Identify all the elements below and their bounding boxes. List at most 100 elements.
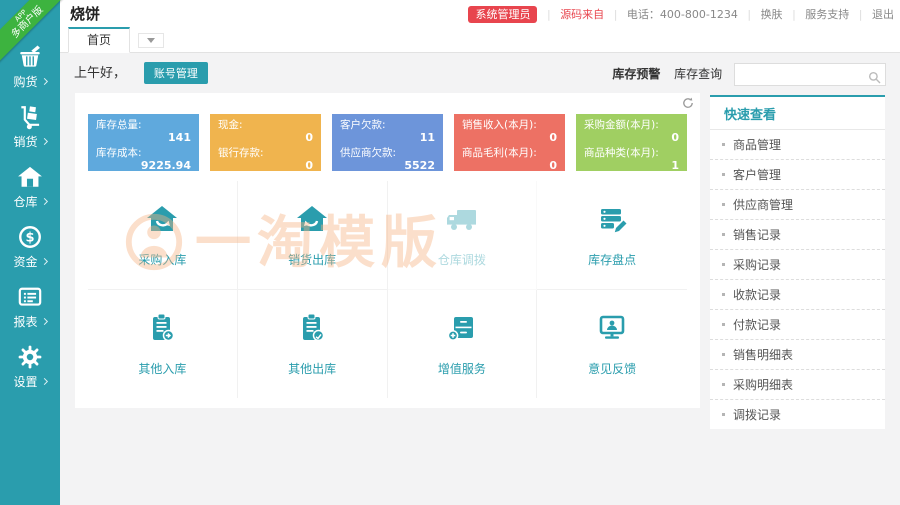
sidebar-item-reports[interactable]: 报表 xyxy=(0,284,60,330)
stock-warning-link[interactable]: 库存预警 xyxy=(612,67,660,81)
stat-value: 0 xyxy=(218,160,313,172)
bullet-icon xyxy=(722,413,725,416)
quick-item-label: 商品管理 xyxy=(733,136,781,153)
svg-text:$: $ xyxy=(25,231,34,246)
shortcut-tiles: 采购入库 销货出库 xyxy=(88,181,687,398)
sidebar-label-settings: 设置 xyxy=(13,375,37,389)
account-manage-button[interactable]: 账号管理 xyxy=(144,62,208,84)
tile-label: 其他入库 xyxy=(138,360,186,377)
tile-feedback[interactable]: 意见反馈 xyxy=(537,290,687,399)
tile-stocktaking[interactable]: 库存盘点 xyxy=(537,181,687,290)
support-link[interactable]: 服务支持 xyxy=(805,1,849,28)
bullet-icon xyxy=(722,293,725,296)
quick-item-customers[interactable]: 客户管理 xyxy=(710,160,885,190)
quick-item-purchase-records[interactable]: 采购记录 xyxy=(710,250,885,280)
quick-item-purchase-detail[interactable]: 采购明细表 xyxy=(710,370,885,400)
truck-icon xyxy=(444,201,480,240)
quick-item-suppliers[interactable]: 供应商管理 xyxy=(710,190,885,220)
refresh-icon[interactable] xyxy=(682,97,694,112)
tile-label: 意见反馈 xyxy=(588,360,636,377)
quick-item-transfer-records[interactable]: 调拨记录 xyxy=(710,400,885,429)
stock-tools: 库存预警 库存查询 xyxy=(612,62,886,86)
stat-card-sales-month[interactable]: 销售收入(本月): 0 商品毛利(本月): 0 xyxy=(454,114,565,171)
greeting-text: 上午好， xyxy=(74,66,126,81)
clipboard-in-icon xyxy=(144,310,180,349)
stat-label: 客户欠款: xyxy=(340,119,435,131)
chevron-right-icon xyxy=(40,258,47,265)
stat-value: 5522 xyxy=(340,160,435,172)
stack-pencil-icon xyxy=(594,201,630,240)
stat-label: 商品毛利(本月): xyxy=(462,147,557,159)
logout-link[interactable]: 退出 xyxy=(872,1,894,28)
stock-search-input[interactable] xyxy=(735,66,865,87)
stat-label: 现金: xyxy=(218,119,313,131)
quick-item-products[interactable]: 商品管理 xyxy=(710,130,885,160)
quick-item-sales-detail[interactable]: 销售明细表 xyxy=(710,340,885,370)
divider: | xyxy=(792,1,796,28)
tile-purchase-inbound[interactable]: 采购入库 xyxy=(88,181,238,290)
tile-sales-outbound[interactable]: 销货出库 xyxy=(238,181,388,290)
stat-card-purchase-month[interactable]: 采购金额(本月): 0 商品种类(本月): 1 xyxy=(576,114,687,171)
stat-cards: 库存总量: 141 库存成本: 9225.94 现金: 0 银行存款: 0 客户… xyxy=(88,114,687,171)
quick-view-title: 快速查看 xyxy=(710,97,885,130)
quick-item-payment-records[interactable]: 付款记录 xyxy=(710,310,885,340)
quick-item-label: 收款记录 xyxy=(733,286,781,303)
quick-item-label: 采购明细表 xyxy=(733,376,793,393)
stat-value: 141 xyxy=(96,132,191,144)
chevron-right-icon xyxy=(40,78,47,85)
quick-item-label: 付款记录 xyxy=(733,316,781,333)
bullet-icon xyxy=(722,263,725,266)
tab-home[interactable]: 首页 xyxy=(68,27,130,53)
clipboard-out-icon xyxy=(294,310,330,349)
sidebar-item-sales[interactable]: 销货 xyxy=(0,104,60,150)
monitor-person-icon xyxy=(594,310,630,349)
stock-query-link[interactable]: 库存查询 xyxy=(674,67,722,81)
quick-item-label: 供应商管理 xyxy=(733,196,793,213)
stat-card-cash[interactable]: 现金: 0 银行存款: 0 xyxy=(210,114,321,171)
stat-card-inventory[interactable]: 库存总量: 141 库存成本: 9225.94 xyxy=(88,114,199,171)
header-right: 系统管理员 | 源码来自 | 电话：400-800-1234 | 换肤 | 服务… xyxy=(468,0,894,27)
quick-item-label: 采购记录 xyxy=(733,256,781,273)
house-arrow-in-icon xyxy=(144,201,180,240)
bullet-icon xyxy=(722,203,725,206)
tile-label: 销货出库 xyxy=(288,251,336,268)
house-arrow-out-icon xyxy=(294,201,330,240)
stat-value: 0 xyxy=(462,132,557,144)
sidebar-item-settings[interactable]: 设置 xyxy=(0,344,60,390)
sidebar-label-warehouse: 仓库 xyxy=(13,195,37,209)
gear-icon xyxy=(0,344,60,370)
page-title: 烧饼 xyxy=(70,3,100,24)
sidebar-item-funds[interactable]: $ 资金 xyxy=(0,224,60,270)
tab-bar: 首页 xyxy=(60,27,900,53)
report-icon xyxy=(0,284,60,310)
source-link[interactable]: 源码来自 xyxy=(560,1,604,28)
stat-value: 11 xyxy=(340,132,435,144)
quick-item-sales-records[interactable]: 销售记录 xyxy=(710,220,885,250)
stat-value: 0 xyxy=(218,132,313,144)
stat-value: 1 xyxy=(584,160,679,172)
divider: | xyxy=(859,1,863,28)
role-badge: 系统管理员 xyxy=(468,6,537,23)
search-icon[interactable] xyxy=(868,68,881,92)
phone-text: 电话：400-800-1234 xyxy=(627,1,738,28)
quick-item-receipt-records[interactable]: 收款记录 xyxy=(710,280,885,310)
erp-dashboard: { "app": { "title": "烧饼", "ribbon_small"… xyxy=(0,0,900,505)
stock-search-box xyxy=(734,63,886,86)
bullet-icon xyxy=(722,323,725,326)
tile-other-outbound[interactable]: 其他出库 xyxy=(238,290,388,399)
stat-value: 0 xyxy=(462,160,557,172)
stat-card-debts[interactable]: 客户欠款: 11 供应商欠款: 5522 xyxy=(332,114,443,171)
tile-value-added-services[interactable]: 增值服务 xyxy=(388,290,538,399)
bullet-icon xyxy=(722,173,725,176)
skin-link[interactable]: 换肤 xyxy=(761,1,783,28)
divider: | xyxy=(547,1,551,28)
stat-label: 银行存款: xyxy=(218,147,313,159)
warehouse-icon xyxy=(0,164,60,190)
sidebar-item-warehouse[interactable]: 仓库 xyxy=(0,164,60,210)
stat-label: 商品种类(本月): xyxy=(584,147,679,159)
sidebar-label-funds: 资金 xyxy=(13,255,37,269)
tile-other-inbound[interactable]: 其他入库 xyxy=(88,290,238,399)
tab-dropdown-button[interactable] xyxy=(138,33,164,48)
tile-warehouse-transfer[interactable]: 仓库调拨 xyxy=(388,181,538,290)
sidebar-label-reports: 报表 xyxy=(13,315,37,329)
